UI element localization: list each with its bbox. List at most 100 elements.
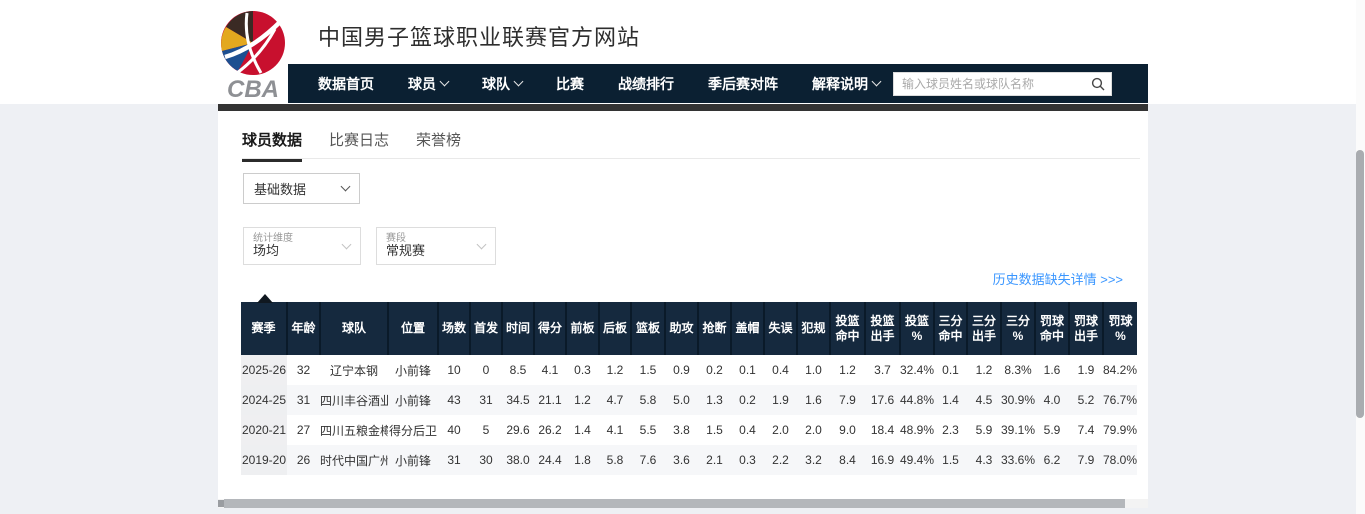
cell: 辽宁本钢: [320, 355, 388, 385]
cell: 3.8: [665, 415, 698, 445]
cell: 31: [470, 385, 502, 415]
cell: 4.7: [599, 385, 631, 415]
column-header-赛季[interactable]: 赛季: [241, 302, 287, 355]
dimension-filter[interactable]: 统计维度 场均: [243, 227, 361, 265]
cell: 四川五粮金樽: [320, 415, 388, 445]
cell: 10: [438, 355, 470, 385]
column-header-罚球命中[interactable]: 罚球命中: [1035, 302, 1069, 355]
stage-filter[interactable]: 赛段 常规赛: [376, 227, 496, 265]
cell: 31: [438, 445, 470, 475]
nav-item-label: 球员: [408, 74, 436, 94]
column-header-犯规[interactable]: 犯规: [797, 302, 830, 355]
column-header-罚球%[interactable]: 罚球%: [1103, 302, 1137, 355]
cell: 18.4: [865, 415, 900, 445]
nav-item-球员[interactable]: 球员: [408, 74, 448, 94]
cell: 1.2: [599, 355, 631, 385]
stage-filter-value: 常规赛: [386, 244, 425, 259]
cell: 4.3: [967, 445, 1001, 475]
horizontal-scrollbar[interactable]: [218, 499, 1148, 508]
cell: 1.2: [830, 355, 865, 385]
column-header-得分[interactable]: 得分: [534, 302, 566, 355]
chevron-down-icon: [341, 182, 351, 192]
nav-items: 数据首页 球员 球队 比赛 战绩排行 季后赛对阵 解释说明: [318, 74, 914, 94]
cell: 4.5: [967, 385, 1001, 415]
cell: 5: [470, 415, 502, 445]
column-header-三分出手[interactable]: 三分出手: [967, 302, 1001, 355]
history-missing-data-link[interactable]: 历史数据缺失详情 >>>: [993, 269, 1123, 288]
cell: 27: [287, 415, 320, 445]
cell: 8.3%: [1001, 355, 1035, 385]
cell: 2024-25: [241, 385, 287, 415]
vertical-scrollbar[interactable]: [1356, 0, 1365, 514]
nav-item-战绩排行[interactable]: 战绩排行: [618, 74, 674, 94]
cell: 0.4: [764, 355, 797, 385]
cell: 21.1: [534, 385, 566, 415]
column-header-时间[interactable]: 时间: [502, 302, 534, 355]
cell: 8.4: [830, 445, 865, 475]
search-input[interactable]: [894, 73, 1085, 95]
horizontal-scrollbar-thumb[interactable]: [224, 499, 1125, 508]
chevron-down-icon: [342, 240, 352, 250]
column-header-三分%[interactable]: 三分%: [1001, 302, 1035, 355]
chevron-down-icon: [440, 77, 450, 87]
nav-item-比赛[interactable]: 比赛: [556, 74, 584, 94]
cell: 3.7: [865, 355, 900, 385]
nav-item-label: 战绩排行: [618, 74, 674, 94]
data-type-select[interactable]: 基础数据: [243, 173, 360, 204]
cell: 1.5: [631, 355, 665, 385]
cell: 2.2: [764, 445, 797, 475]
column-header-投篮%[interactable]: 投篮%: [900, 302, 934, 355]
column-header-罚球出手[interactable]: 罚球出手: [1069, 302, 1103, 355]
column-header-位置[interactable]: 位置: [388, 302, 438, 355]
table-row: 2019-2026时代中国广州小前锋313038.024.41.85.87.63…: [241, 445, 1137, 475]
cell: 0: [470, 355, 502, 385]
column-header-三分命中[interactable]: 三分命中: [934, 302, 967, 355]
column-header-助攻[interactable]: 助攻: [665, 302, 698, 355]
column-header-球队[interactable]: 球队: [320, 302, 388, 355]
cell: 39.1%: [1001, 415, 1035, 445]
nav-item-解释说明[interactable]: 解释说明: [812, 74, 880, 94]
search-icon[interactable]: [1085, 77, 1111, 91]
player-stats-table: 赛季年龄球队位置场数首发时间得分前板后板篮板助攻抢断盖帽失误犯规投篮命中投篮出手…: [241, 302, 1137, 475]
cell: 1.0: [797, 355, 830, 385]
column-header-盖帽[interactable]: 盖帽: [731, 302, 764, 355]
cell: 44.8%: [900, 385, 934, 415]
data-type-value: 基础数据: [254, 179, 306, 198]
cell: 0.3: [566, 355, 599, 385]
cell: 7.6: [631, 445, 665, 475]
column-header-前板[interactable]: 前板: [566, 302, 599, 355]
cell: 2020-21: [241, 415, 287, 445]
nav-item-数据首页[interactable]: 数据首页: [318, 74, 374, 94]
cell: 4.0: [1035, 385, 1069, 415]
column-header-抢断[interactable]: 抢断: [698, 302, 731, 355]
cell: 5.0: [665, 385, 698, 415]
nav-item-球队[interactable]: 球队: [482, 74, 522, 94]
player-stats-table-wrap: 赛季年龄球队位置场数首发时间得分前板后板篮板助攻抢断盖帽失误犯规投篮命中投篮出手…: [241, 302, 1127, 475]
column-header-投篮出手[interactable]: 投篮出手: [865, 302, 900, 355]
chevron-down-icon: [872, 77, 882, 87]
cell: 小前锋: [388, 355, 438, 385]
cell: 7.4: [1069, 415, 1103, 445]
cell: 4.1: [599, 415, 631, 445]
cell: 34.5: [502, 385, 534, 415]
cell: 1.2: [566, 385, 599, 415]
column-header-场数[interactable]: 场数: [438, 302, 470, 355]
dimension-filter-value: 场均: [253, 244, 293, 259]
column-header-年龄[interactable]: 年龄: [287, 302, 320, 355]
cba-logo[interactable]: CBA: [217, 5, 287, 101]
cell: 26: [287, 445, 320, 475]
cell: 16.9: [865, 445, 900, 475]
column-header-投篮命中[interactable]: 投篮命中: [830, 302, 865, 355]
column-header-首发[interactable]: 首发: [470, 302, 502, 355]
column-header-后板[interactable]: 后板: [599, 302, 631, 355]
cell: 76.7%: [1103, 385, 1137, 415]
cell: 5.5: [631, 415, 665, 445]
search-box: [893, 72, 1112, 96]
cell: 1.5: [934, 445, 967, 475]
vertical-scrollbar-thumb[interactable]: [1356, 150, 1364, 418]
column-header-篮板[interactable]: 篮板: [631, 302, 665, 355]
nav-item-季后赛对阵[interactable]: 季后赛对阵: [708, 74, 778, 94]
column-header-失误[interactable]: 失误: [764, 302, 797, 355]
cell: 32: [287, 355, 320, 385]
cell: 5.8: [599, 445, 631, 475]
